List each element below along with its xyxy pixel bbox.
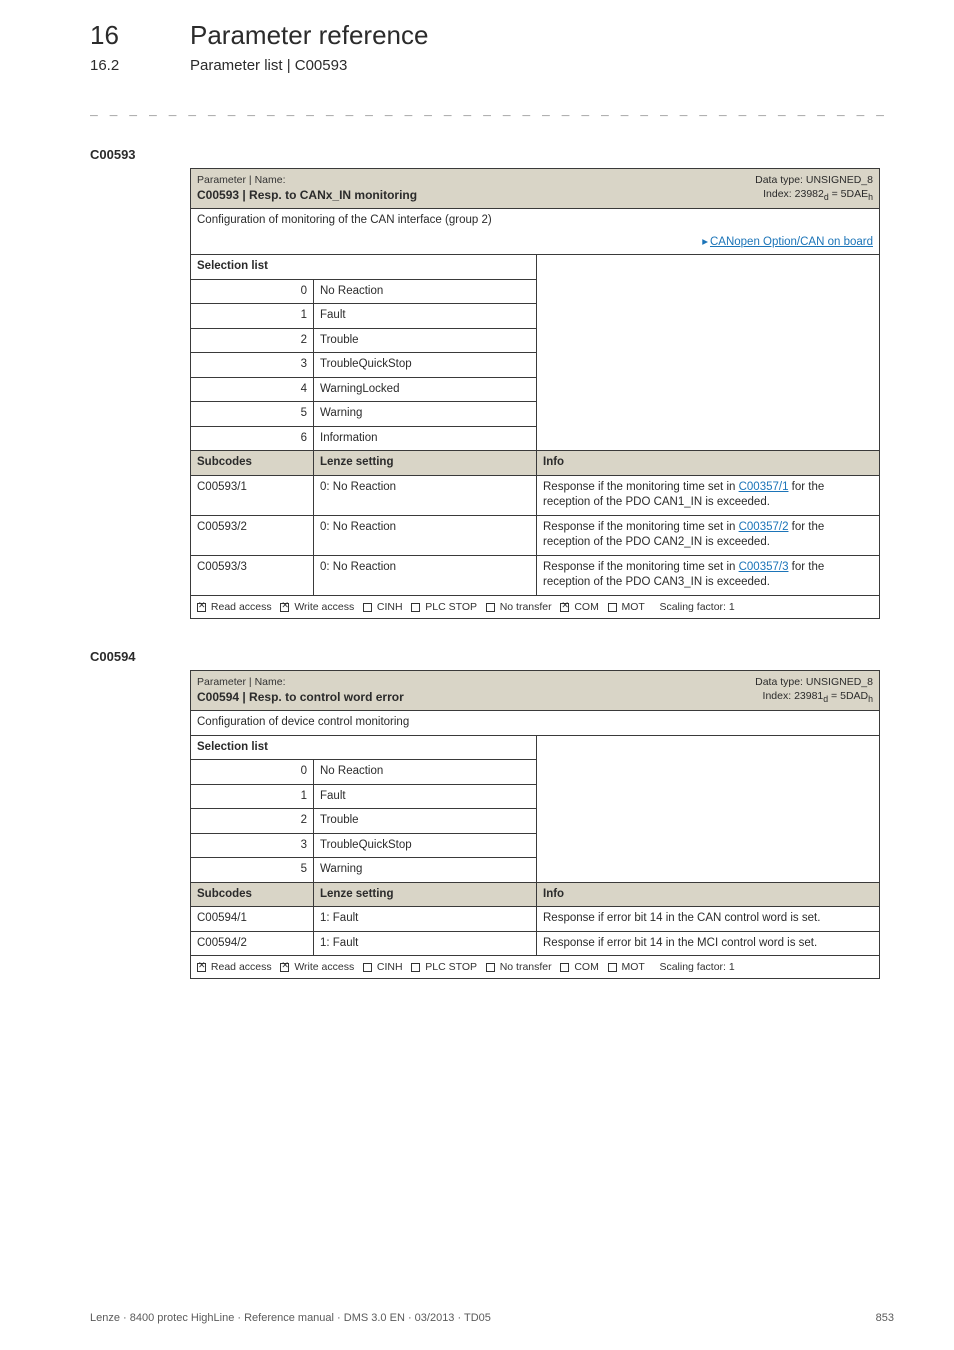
- param-name: C00593 | Resp. to CANx_IN monitoring: [197, 187, 531, 203]
- checkbox-icon: [280, 603, 289, 612]
- option-num: 0: [191, 760, 314, 785]
- param-name-label: Parameter | Name:: [197, 675, 531, 689]
- param-name-label: Parameter | Name:: [197, 173, 531, 187]
- option-text: No Reaction: [314, 279, 537, 304]
- checkbox-icon: [280, 963, 289, 972]
- code-label: C00593: [90, 147, 894, 162]
- option-num: 1: [191, 784, 314, 809]
- option-num: 0: [191, 279, 314, 304]
- footer-page-number: 853: [876, 1312, 894, 1324]
- checkbox-icon: [197, 963, 206, 972]
- option-num: 6: [191, 426, 314, 451]
- param-name: C00594 | Resp. to control word error: [197, 689, 531, 705]
- triangle-icon: ▸: [702, 236, 708, 248]
- chapter-heading: 16Parameter reference: [90, 20, 894, 51]
- option-text: TroubleQuickStop: [314, 353, 537, 378]
- option-num: 2: [191, 809, 314, 834]
- checkbox-icon: [363, 963, 372, 972]
- code-label: C00594: [90, 649, 894, 664]
- checkbox-icon: [486, 963, 495, 972]
- option-text: Trouble: [314, 328, 537, 353]
- data-type: Data type: UNSIGNED_8: [543, 173, 874, 187]
- checkbox-icon: [608, 963, 617, 972]
- subcode-setting: 1: Fault: [314, 907, 537, 932]
- ref-link[interactable]: C00357/1: [739, 481, 789, 493]
- subcode-info: Response if error bit 14 in the CAN cont…: [537, 907, 880, 932]
- subcode-id: C00593/1: [191, 475, 314, 515]
- subcode-info: Response if error bit 14 in the MCI cont…: [537, 931, 880, 956]
- subcode-id: C00593/3: [191, 555, 314, 595]
- info-header: Info: [537, 451, 880, 476]
- checkbox-icon: [411, 963, 420, 972]
- subcode-info: Response if the monitoring time set in C…: [537, 515, 880, 555]
- subcode-info: Response if the monitoring time set in C…: [537, 475, 880, 515]
- lenze-setting-header: Lenze setting: [314, 882, 537, 907]
- config-description: Configuration of device control monitori…: [191, 711, 880, 736]
- checkbox-icon: [411, 603, 420, 612]
- subcode-id: C00593/2: [191, 515, 314, 555]
- access-row: Read access Write access CINH PLC STOP N…: [191, 956, 880, 979]
- parameter-table-c00594: Parameter | Name: C00594 | Resp. to cont…: [190, 670, 880, 979]
- option-text: Warning: [314, 402, 537, 427]
- option-text: Fault: [314, 304, 537, 329]
- option-num: 5: [191, 858, 314, 883]
- footer-left: Lenze · 8400 protec HighLine · Reference…: [90, 1312, 491, 1324]
- option-text: Trouble: [314, 809, 537, 834]
- option-text: Fault: [314, 784, 537, 809]
- subcode-id: C00594/2: [191, 931, 314, 956]
- option-text: WarningLocked: [314, 377, 537, 402]
- divider: _ _ _ _ _ _ _ _ _ _ _ _ _ _ _ _ _ _ _ _ …: [90, 102, 894, 117]
- selection-list-header: Selection list: [191, 735, 537, 760]
- option-num: 4: [191, 377, 314, 402]
- option-num: 1: [191, 304, 314, 329]
- ref-link[interactable]: C00357/3: [739, 561, 789, 573]
- checkbox-icon: [363, 603, 372, 612]
- subcode-setting: 0: No Reaction: [314, 555, 537, 595]
- info-header: Info: [537, 882, 880, 907]
- option-text: Information: [314, 426, 537, 451]
- checkbox-icon: [560, 963, 569, 972]
- section-heading: 16.2Parameter list | C00593: [90, 57, 894, 74]
- data-type: Data type: UNSIGNED_8: [543, 675, 874, 689]
- canopen-link[interactable]: CANopen Option/CAN on board: [710, 236, 873, 248]
- ref-link[interactable]: C00357/2: [739, 521, 789, 533]
- checkbox-icon: [560, 603, 569, 612]
- subcodes-header: Subcodes: [191, 882, 314, 907]
- config-description: Configuration of monitoring of the CAN i…: [197, 213, 873, 229]
- index: Index: 23982d = 5DAEh: [543, 187, 874, 204]
- index: Index: 23981d = 5DADh: [543, 689, 874, 706]
- subcode-info: Response if the monitoring time set in C…: [537, 555, 880, 595]
- checkbox-icon: [486, 603, 495, 612]
- option-text: Warning: [314, 858, 537, 883]
- subcode-setting: 0: No Reaction: [314, 475, 537, 515]
- chapter-title: Parameter reference: [190, 20, 428, 50]
- chapter-number: 16: [90, 20, 190, 51]
- option-num: 3: [191, 833, 314, 858]
- option-text: TroubleQuickStop: [314, 833, 537, 858]
- option-text: No Reaction: [314, 760, 537, 785]
- option-num: 5: [191, 402, 314, 427]
- subcode-setting: 1: Fault: [314, 931, 537, 956]
- checkbox-icon: [197, 603, 206, 612]
- access-row: Read access Write access CINH PLC STOP N…: [191, 595, 880, 618]
- subcode-setting: 0: No Reaction: [314, 515, 537, 555]
- subcodes-header: Subcodes: [191, 451, 314, 476]
- lenze-setting-header: Lenze setting: [314, 451, 537, 476]
- section-number: 16.2: [90, 57, 190, 74]
- checkbox-icon: [608, 603, 617, 612]
- option-num: 2: [191, 328, 314, 353]
- selection-list-header: Selection list: [191, 255, 537, 280]
- option-num: 3: [191, 353, 314, 378]
- parameter-table-c00593: Parameter | Name: C00593 | Resp. to CANx…: [190, 168, 880, 619]
- subcode-id: C00594/1: [191, 907, 314, 932]
- section-title: Parameter list | C00593: [190, 57, 347, 74]
